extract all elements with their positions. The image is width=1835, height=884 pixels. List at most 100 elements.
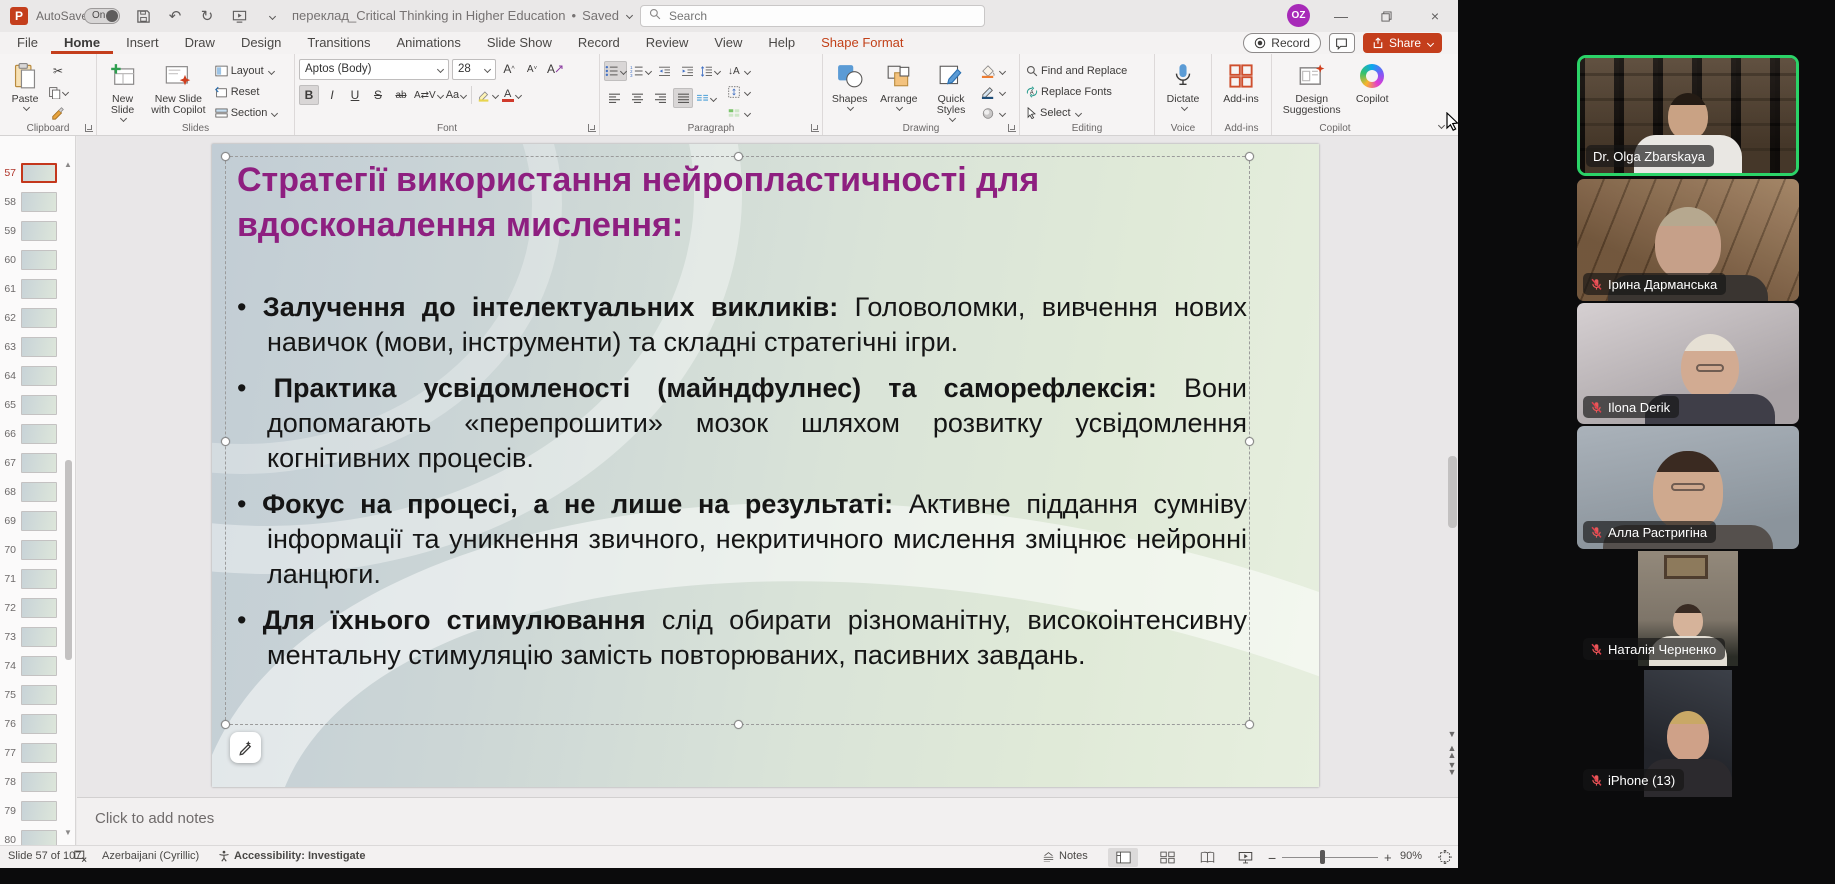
align-center-icon[interactable]: [627, 88, 647, 108]
resize-handle[interactable]: [221, 437, 230, 446]
participant-tile[interactable]: Ilona Derik: [1577, 303, 1799, 424]
increase-font-icon[interactable]: A^: [499, 59, 519, 79]
copilot-button[interactable]: Copilot: [1349, 57, 1395, 121]
save-icon[interactable]: [132, 5, 154, 27]
collapse-ribbon-button[interactable]: [1437, 115, 1444, 133]
undo-icon[interactable]: ↶: [164, 5, 186, 27]
resize-handle[interactable]: [221, 152, 230, 161]
participant-tile[interactable]: Dr. Olga Zbarskaya: [1577, 55, 1799, 176]
slide-thumbnail[interactable]: [21, 308, 57, 328]
align-left-icon[interactable]: [604, 88, 624, 108]
account-avatar[interactable]: OZ: [1287, 4, 1310, 27]
slide-thumbnail[interactable]: [21, 163, 57, 183]
clipboard-dialog-launcher[interactable]: [85, 124, 93, 132]
increase-indent-icon[interactable]: [677, 61, 697, 81]
slide-thumbnail-row[interactable]: 79: [0, 796, 75, 825]
slide-thumbnail-row[interactable]: 68: [0, 477, 75, 506]
slide-thumbnail[interactable]: [21, 540, 57, 560]
quick-styles-button[interactable]: Quick Styles: [925, 57, 976, 121]
reset-button[interactable]: Reset: [213, 82, 291, 102]
slide-thumbnail-row[interactable]: 60: [0, 245, 75, 274]
participant-tile[interactable]: Ірина Дарманська: [1577, 179, 1799, 301]
tab-animations[interactable]: Animations: [384, 32, 474, 54]
paragraph-dialog-launcher[interactable]: [811, 124, 819, 132]
new-slide-button[interactable]: New Slide: [101, 57, 144, 121]
tab-view[interactable]: View: [701, 32, 755, 54]
underline-button[interactable]: U: [345, 85, 365, 105]
tab-shape-format[interactable]: Shape Format: [808, 32, 916, 54]
new-slide-copilot-button[interactable]: New Slide with Copilot: [146, 57, 211, 121]
slide-thumbnail-row[interactable]: 61: [0, 274, 75, 303]
tab-slide-show[interactable]: Slide Show: [474, 32, 565, 54]
format-painter-icon[interactable]: [48, 103, 68, 123]
tab-insert[interactable]: Insert: [113, 32, 172, 54]
shape-fill-button[interactable]: [979, 61, 1016, 81]
normal-view-button[interactable]: [1108, 848, 1138, 867]
slide-thumbnail[interactable]: [21, 424, 57, 444]
decrease-indent-icon[interactable]: [654, 61, 674, 81]
fit-slide-to-window-button[interactable]: [1438, 850, 1452, 864]
dictate-button[interactable]: Dictate: [1159, 57, 1207, 121]
tab-draw[interactable]: Draw: [172, 32, 228, 54]
find-replace-button[interactable]: Find and Replace: [1024, 61, 1129, 81]
font-color-button[interactable]: A: [501, 85, 521, 105]
slide-thumbnail-row[interactable]: 74: [0, 651, 75, 680]
slide-body-text[interactable]: • Залучення до інтелектуальних викликів:…: [237, 290, 1247, 684]
drawing-dialog-launcher[interactable]: [1008, 124, 1016, 132]
slide-thumbnail[interactable]: [21, 830, 57, 846]
slide-thumbnail[interactable]: [21, 482, 57, 502]
section-button[interactable]: Section: [213, 103, 291, 123]
zoom-slider[interactable]: [1282, 857, 1378, 858]
highlight-color-button[interactable]: [477, 85, 498, 105]
customize-qat-icon[interactable]: [260, 5, 282, 27]
slide-thumbnail-row[interactable]: 72: [0, 593, 75, 622]
document-title[interactable]: переклад_Critical Thinking in Higher Edu…: [292, 8, 632, 23]
reading-view-button[interactable]: [1192, 848, 1222, 867]
slide-thumbnail[interactable]: [21, 772, 57, 792]
justify-icon[interactable]: [673, 88, 693, 108]
text-shadow-button[interactable]: ab: [391, 85, 411, 105]
slide-thumbnail[interactable]: [21, 337, 57, 357]
slide-sorter-view-button[interactable]: [1152, 848, 1182, 867]
shape-outline-button[interactable]: [979, 82, 1016, 102]
design-suggestions-button[interactable]: Design Suggestions: [1276, 57, 1347, 121]
layout-button[interactable]: Layout: [213, 61, 291, 81]
share-button[interactable]: Share: [1363, 33, 1442, 53]
align-text-button[interactable]: [726, 82, 762, 102]
thumbs-scrollbar[interactable]: [65, 460, 72, 660]
slide-thumbnail[interactable]: [21, 453, 57, 473]
arrange-button[interactable]: Arrange: [874, 57, 923, 121]
search-input[interactable]: [667, 8, 957, 24]
notes-pane[interactable]: Click to add notes: [77, 797, 1458, 845]
slide-thumbnail-row[interactable]: 69: [0, 506, 75, 535]
zoom-level[interactable]: 90%: [1400, 850, 1422, 862]
replace-fonts-button[interactable]: AReplace Fonts: [1024, 82, 1129, 102]
change-case-button[interactable]: Aa: [446, 85, 466, 105]
select-button[interactable]: Select: [1024, 103, 1129, 123]
tab-file[interactable]: File: [4, 32, 51, 54]
resize-handle[interactable]: [221, 720, 230, 729]
font-dialog-launcher[interactable]: [588, 124, 596, 132]
slide-thumbnail-row[interactable]: 77: [0, 738, 75, 767]
record-button[interactable]: Record: [1243, 33, 1321, 53]
decrease-font-icon[interactable]: A˅: [522, 59, 542, 79]
columns-button[interactable]: [696, 88, 716, 108]
tab-transitions[interactable]: Transitions: [294, 32, 383, 54]
designer-suggestions-button[interactable]: [230, 732, 261, 763]
slide-thumbnail[interactable]: [21, 743, 57, 763]
slide-thumbnail-row[interactable]: 76: [0, 709, 75, 738]
character-spacing-button[interactable]: A⇄V: [414, 85, 443, 105]
resize-handle[interactable]: [1245, 152, 1254, 161]
slide-thumbnail-row[interactable]: 59: [0, 216, 75, 245]
line-spacing-button[interactable]: [700, 61, 720, 81]
accessibility-status[interactable]: Accessibility: Investigate: [234, 850, 365, 862]
comments-button[interactable]: [1329, 33, 1355, 53]
slide-thumbnail[interactable]: [21, 714, 57, 734]
slide-title[interactable]: Стратегії використання нейропластичності…: [237, 158, 1237, 248]
notes-toggle[interactable]: Notes: [1042, 850, 1088, 862]
slide-thumbnail[interactable]: [21, 395, 57, 415]
slide-thumbnail[interactable]: [21, 685, 57, 705]
slide-thumbnail-row[interactable]: 70: [0, 535, 75, 564]
slide-thumbnail[interactable]: [21, 656, 57, 676]
slide-thumbnail[interactable]: [21, 250, 57, 270]
